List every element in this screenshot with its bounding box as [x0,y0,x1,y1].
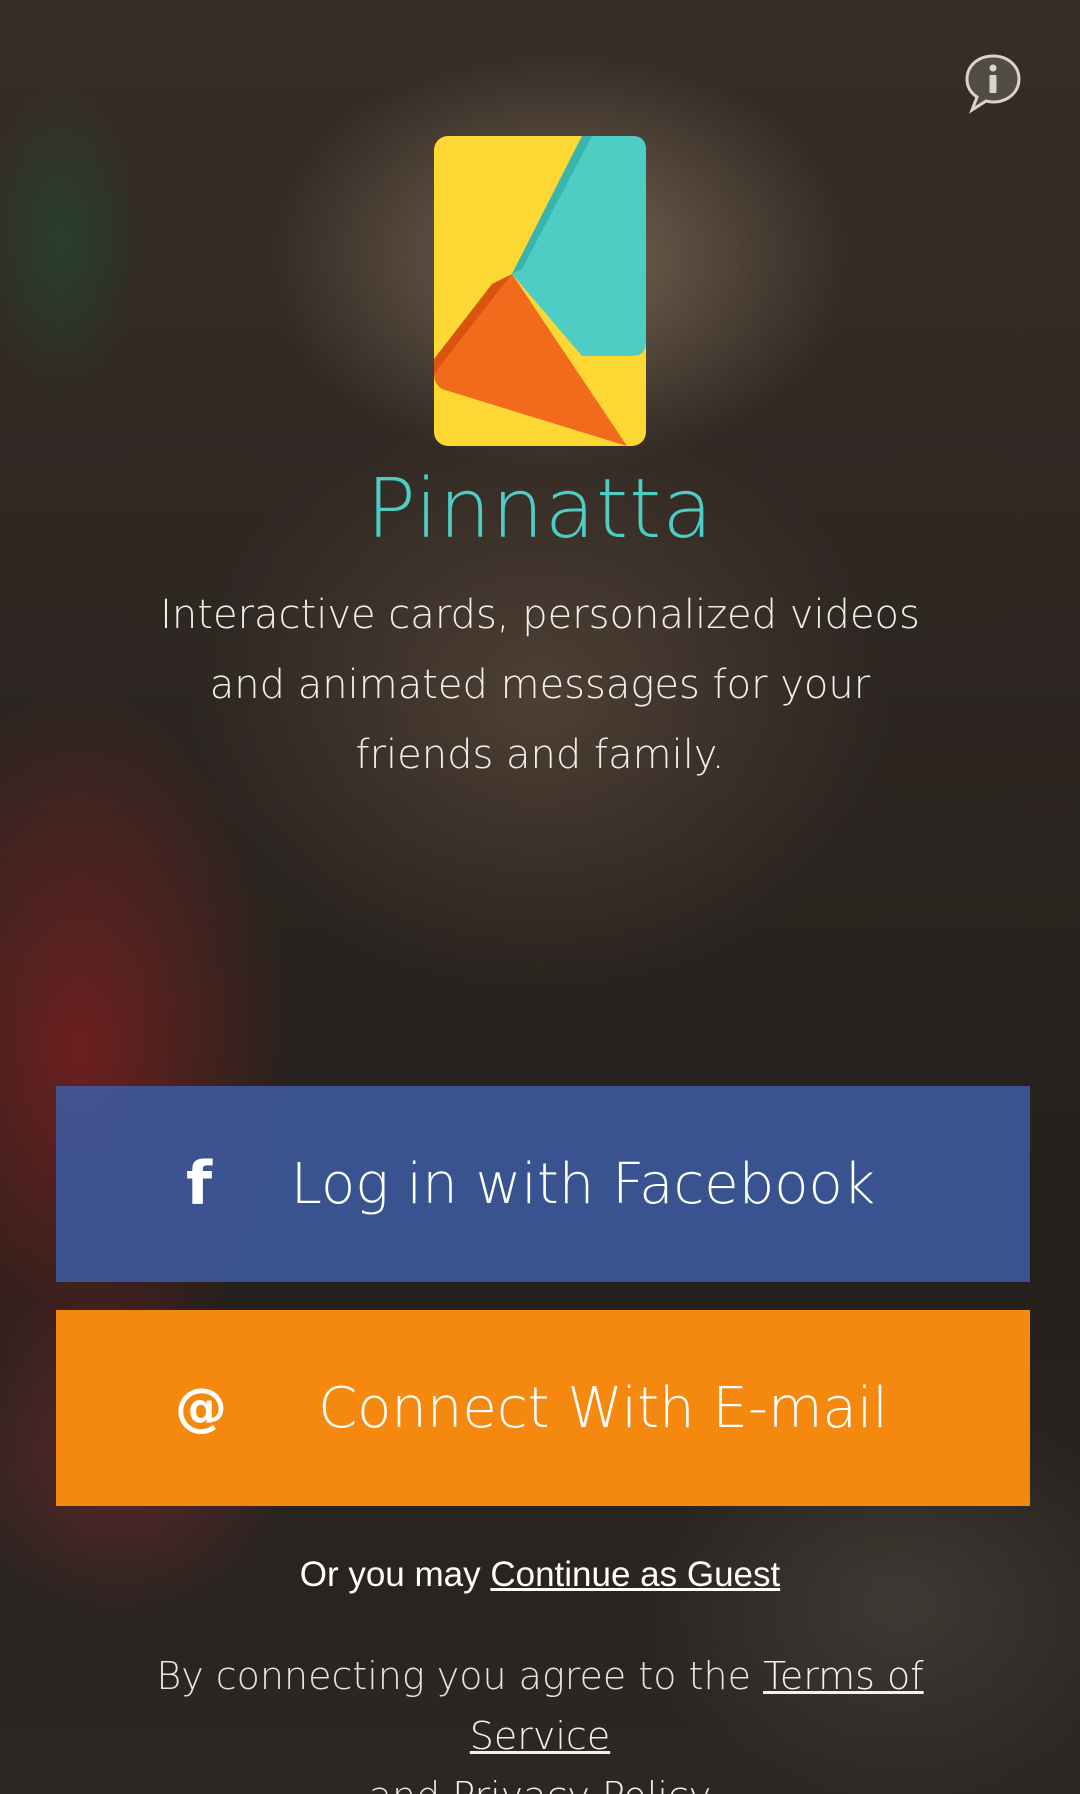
app-title: Pinnatta [366,462,714,557]
guest-prompt: Or you may Continue as Guest [240,1552,840,1598]
email-connect-button[interactable]: @ Connect With E-mail [56,1310,1030,1506]
email-connect-label: Connect With E-mail [318,1375,888,1441]
app-logo [432,134,648,448]
legal-prefix: By connecting you agree to the [156,1654,764,1698]
facebook-login-label: Log in with Facebook [290,1151,876,1217]
privacy-policy-link[interactable]: Privacy Policy [452,1774,711,1794]
continue-as-guest-link[interactable]: Continue as Guest [490,1555,780,1594]
guest-prefix: Or you may [299,1555,491,1594]
app-tagline: Interactive cards, personalized videos a… [160,592,920,778]
info-icon[interactable] [962,52,1024,114]
legal-notice: By connecting you agree to the Terms of … [100,1646,980,1794]
facebook-login-button[interactable]: f Log in with Facebook [56,1086,1030,1282]
legal-middle: and [369,1774,453,1794]
